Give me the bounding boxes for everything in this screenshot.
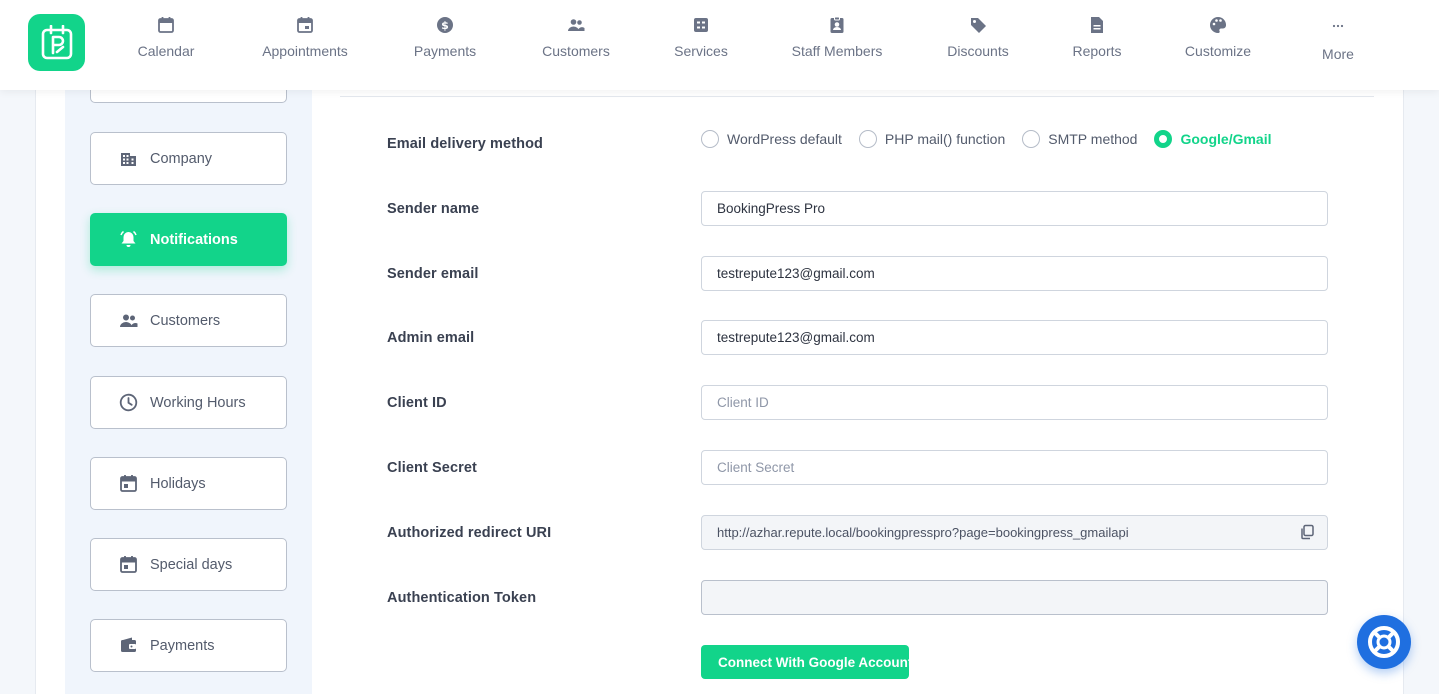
- nav-more[interactable]: More: [1273, 16, 1403, 62]
- sidebar-item-label: Customers: [150, 312, 221, 329]
- nav-label: Customize: [1184, 43, 1252, 59]
- email-delivery-method-label: Email delivery method: [387, 136, 544, 152]
- section-divider: [340, 96, 1374, 97]
- client-secret-label: Client Secret: [387, 460, 477, 476]
- radio-google-gmail[interactable]: Google/Gmail: [1154, 130, 1272, 148]
- calendar-icon: [120, 475, 137, 492]
- sidebar-item-notifications[interactable]: Notifications: [90, 213, 287, 266]
- sidebar-item-holidays[interactable]: Holidays: [90, 457, 287, 510]
- radio-smtp-method[interactable]: SMTP method: [1022, 130, 1137, 148]
- radio-circle: [1022, 130, 1041, 148]
- wallet-icon: [121, 637, 136, 652]
- nav-label: Customers: [542, 43, 610, 59]
- bell-icon: [120, 230, 137, 247]
- sidebar-item-payments[interactable]: Payments: [90, 619, 287, 672]
- top-navigation: Calendar Appointments $ Payments Custome…: [0, 0, 1439, 90]
- services-icon: [694, 18, 708, 32]
- nav-discounts[interactable]: Discounts: [913, 16, 1043, 59]
- authentication-token-input[interactable]: [701, 580, 1328, 615]
- nav-staff-members[interactable]: Staff Members: [772, 16, 902, 59]
- client-secret-input[interactable]: [701, 450, 1328, 485]
- radio-circle: [1154, 130, 1173, 148]
- customers-icon: [568, 19, 585, 31]
- payments-icon: $: [437, 17, 453, 33]
- sender-name-label: Sender name: [387, 201, 480, 217]
- sender-email-input[interactable]: [701, 256, 1328, 291]
- sidebar-item-label: Company: [150, 150, 213, 167]
- redirect-uri-label: Authorized redirect URI: [387, 525, 552, 541]
- tag-icon: [971, 18, 986, 33]
- svg-text:$: $: [441, 19, 449, 32]
- help-button[interactable]: [1357, 615, 1411, 669]
- sidebar-item-label: Working Hours: [150, 394, 246, 411]
- building-icon: [121, 153, 136, 166]
- sidebar-item-company[interactable]: Company: [90, 132, 287, 185]
- nav-label: Reports: [1072, 43, 1122, 59]
- radio-php-mail[interactable]: PHP mail() function: [858, 130, 1006, 148]
- customers-icon: [120, 314, 138, 327]
- radio-label: Google/Gmail: [1180, 131, 1272, 147]
- sidebar-item-customers[interactable]: Customers: [90, 294, 287, 347]
- redirect-uri-input[interactable]: [701, 515, 1328, 550]
- sender-name-input[interactable]: [701, 191, 1328, 226]
- palette-icon: [1210, 16, 1227, 33]
- radio-label: PHP mail() function: [884, 131, 1006, 147]
- calendar-icon: [158, 17, 174, 33]
- authentication-token-label: Authentication Token: [387, 590, 537, 606]
- sidebar-item-label: Holidays: [150, 475, 206, 492]
- nav-label: Services: [674, 43, 728, 59]
- logo-icon: [41, 24, 72, 59]
- calendar-icon: [120, 556, 137, 573]
- radio-wordpress-default[interactable]: WordPress default: [701, 130, 842, 148]
- more-icon: [1332, 24, 1344, 28]
- nav-label: Appointments: [262, 43, 348, 59]
- clock-icon: [119, 393, 138, 412]
- sidebar-item-special-days[interactable]: Special days: [90, 538, 287, 591]
- connect-google-account-button[interactable]: Connect With Google Account: [701, 645, 909, 679]
- nav-customize[interactable]: Customize: [1153, 16, 1283, 59]
- nav-label: Staff Members: [791, 43, 883, 59]
- appointments-icon: [297, 17, 313, 33]
- nav-reports[interactable]: Reports: [1032, 16, 1162, 59]
- nav-label: Discounts: [947, 43, 1009, 59]
- sidebar-item-label: Notifications: [150, 231, 238, 248]
- bookingpress-logo[interactable]: [28, 14, 85, 71]
- nav-calendar[interactable]: Calendar: [101, 16, 231, 59]
- radio-circle: [701, 130, 719, 148]
- nav-services[interactable]: Services: [636, 16, 766, 59]
- email-delivery-method-group: WordPress default PHP mail() function SM…: [701, 130, 1289, 148]
- client-id-label: Client ID: [387, 395, 447, 411]
- admin-email-label: Admin email: [387, 330, 475, 346]
- sidebar-item-label: Special days: [150, 556, 233, 573]
- lifebuoy-icon: [1368, 626, 1400, 658]
- sidebar-item-working-hours[interactable]: Working Hours: [90, 376, 287, 429]
- staff-icon: [830, 16, 844, 33]
- sidebar-item-label: Payments: [150, 637, 215, 654]
- reports-icon: [1091, 17, 1103, 33]
- sender-email-label: Sender email: [387, 266, 479, 282]
- nav-payments[interactable]: $ Payments: [380, 16, 510, 59]
- radio-label: SMTP method: [1048, 131, 1138, 147]
- copy-icon[interactable]: [1299, 524, 1315, 540]
- radio-circle: [858, 130, 877, 148]
- nav-label: Payments: [413, 43, 477, 59]
- radio-label: WordPress default: [727, 131, 842, 147]
- client-id-input[interactable]: [701, 385, 1328, 420]
- admin-email-input[interactable]: [701, 320, 1328, 355]
- nav-label: Calendar: [137, 43, 195, 59]
- nav-label: More: [1322, 46, 1354, 62]
- nav-customers[interactable]: Customers: [511, 16, 641, 59]
- nav-appointments[interactable]: Appointments: [240, 16, 370, 59]
